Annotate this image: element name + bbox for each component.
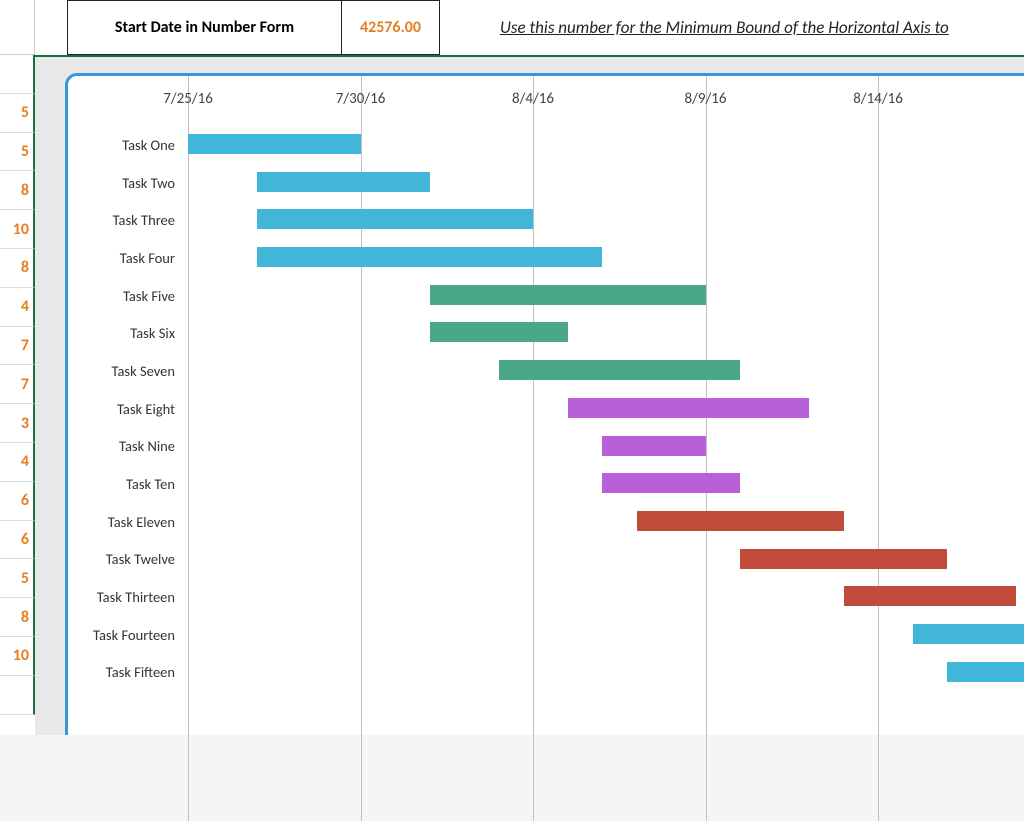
bar-track	[188, 654, 1024, 692]
bar-track	[188, 277, 1024, 315]
duration-cell[interactable]: 8	[0, 598, 35, 637]
duration-cell[interactable]: 3	[0, 404, 35, 443]
x-tick-label: 8/9/16	[685, 90, 727, 108]
bar-track	[188, 428, 1024, 466]
axis-hint-text: Use this number for the Minimum Bound of…	[500, 17, 949, 38]
bar-track	[188, 352, 1024, 390]
bar-track	[188, 164, 1024, 202]
bar-track	[188, 616, 1024, 654]
bar-track	[188, 503, 1024, 541]
gantt-bar[interactable]	[740, 549, 947, 569]
task-label: Task Six	[68, 324, 183, 342]
bar-track	[188, 201, 1024, 239]
task-row: Task Five	[68, 277, 1024, 315]
bar-track	[188, 314, 1024, 352]
gantt-bar[interactable]	[602, 436, 706, 456]
duration-cell[interactable]	[0, 55, 35, 94]
duration-cell[interactable]: 5	[0, 94, 35, 133]
duration-cell[interactable]: 8	[0, 171, 35, 210]
task-row: Task Six	[68, 314, 1024, 352]
task-row: Task Twelve	[68, 541, 1024, 579]
task-label: Task Seven	[68, 362, 183, 380]
start-date-label: Start Date in Number Form	[115, 18, 294, 37]
axis-hint-cell[interactable]: Use this number for the Minimum Bound of…	[440, 0, 1024, 55]
task-row: Task Fourteen	[68, 616, 1024, 654]
gantt-bar[interactable]	[257, 247, 602, 267]
task-label: Task Fourteen	[68, 626, 183, 644]
task-label: Task Fifteen	[68, 663, 183, 681]
bar-track	[188, 126, 1024, 164]
start-date-label-cell[interactable]: Start Date in Number Form	[67, 0, 342, 55]
duration-cell[interactable]: 5	[0, 559, 35, 598]
x-tick-label: 7/25/16	[163, 90, 213, 108]
task-row: Task Fifteen	[68, 654, 1024, 692]
task-label: Task Twelve	[68, 550, 183, 568]
gantt-bar[interactable]	[637, 511, 844, 531]
task-row: Task Seven	[68, 352, 1024, 390]
start-date-value-cell[interactable]: 42576.00	[342, 0, 440, 55]
plot-area: Task One Task Two Task Three Task Four Task …	[68, 126, 1024, 735]
gantt-bar[interactable]	[188, 134, 361, 154]
gantt-bar[interactable]	[430, 285, 706, 305]
duration-cell[interactable]: 10	[0, 637, 35, 676]
gantt-bar[interactable]	[947, 662, 1024, 682]
gantt-bar[interactable]	[844, 586, 1017, 606]
task-label: Task Thirteen	[68, 588, 183, 606]
task-row: Task Eleven	[68, 503, 1024, 541]
task-label: Task One	[68, 136, 183, 154]
bar-track	[188, 465, 1024, 503]
task-row: Task Nine	[68, 428, 1024, 466]
gantt-bar[interactable]	[499, 360, 741, 380]
gantt-bar[interactable]	[257, 209, 533, 229]
task-label: Task Ten	[68, 475, 183, 493]
duration-cell[interactable]: 8	[0, 249, 35, 288]
duration-cell[interactable]: 7	[0, 365, 35, 404]
x-tick-label: 8/14/16	[853, 90, 903, 108]
task-label: Task Two	[68, 174, 183, 192]
gantt-bar[interactable]	[568, 398, 810, 418]
gantt-bar[interactable]	[913, 624, 1024, 644]
duration-cell[interactable]: 6	[0, 482, 35, 521]
duration-cell[interactable]: 7	[0, 327, 35, 366]
task-label: Task Eleven	[68, 513, 183, 531]
duration-column: 55810847734665810	[0, 55, 35, 735]
task-label: Task Five	[68, 287, 183, 305]
task-label: Task Nine	[68, 437, 183, 455]
duration-cell[interactable]: 6	[0, 521, 35, 560]
x-tick-label: 8/4/16	[512, 90, 554, 108]
bar-track	[188, 541, 1024, 579]
x-tick-label: 7/30/16	[336, 90, 386, 108]
task-row: Task Four	[68, 239, 1024, 277]
duration-cell[interactable]: 4	[0, 443, 35, 482]
task-row: Task Ten	[68, 465, 1024, 503]
gantt-bar[interactable]	[430, 322, 568, 342]
task-label: Task Three	[68, 211, 183, 229]
header-row: Start Date in Number Form 42576.00 Use t…	[0, 0, 1024, 55]
gantt-bar[interactable]	[257, 172, 430, 192]
task-row: Task One	[68, 126, 1024, 164]
bar-track	[188, 390, 1024, 428]
bar-track	[188, 239, 1024, 277]
start-date-value: 42576.00	[360, 18, 421, 37]
bar-track	[188, 578, 1024, 616]
task-row: Task Three	[68, 201, 1024, 239]
task-row: Task Eight	[68, 390, 1024, 428]
gantt-bar[interactable]	[602, 473, 740, 493]
task-row: Task Thirteen	[68, 578, 1024, 616]
duration-cell[interactable]: 5	[0, 133, 35, 172]
task-row: Task Two	[68, 164, 1024, 202]
header-empty-cell[interactable]	[0, 0, 35, 55]
duration-cell[interactable]: 4	[0, 288, 35, 327]
sheet-area: 7/25/16 7/30/16 8/4/16 8/9/16 8/14/16 Task O…	[35, 55, 1024, 735]
duration-cell[interactable]	[0, 676, 35, 715]
task-label: Task Four	[68, 249, 183, 267]
task-label: Task Eight	[68, 400, 183, 418]
duration-cell[interactable]: 10	[0, 210, 35, 249]
x-axis: 7/25/167/30/168/4/168/9/168/14/16	[188, 76, 1024, 121]
gantt-chart[interactable]: 7/25/16 7/30/16 8/4/16 8/9/16 8/14/16 Task O…	[65, 73, 1024, 735]
